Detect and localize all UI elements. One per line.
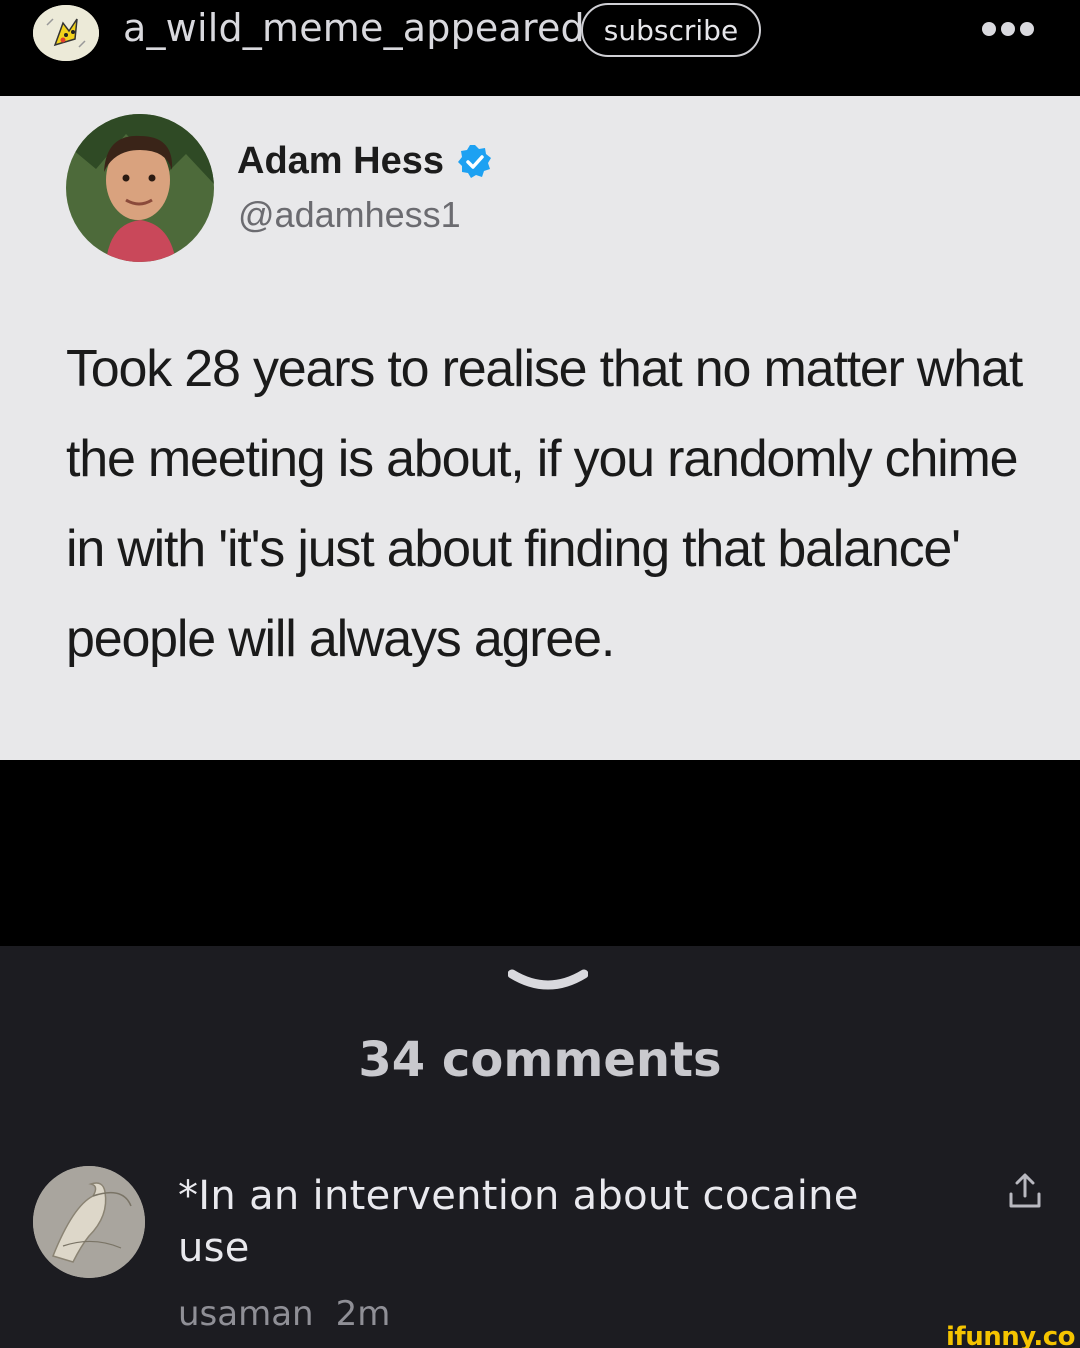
chevron-down-icon[interactable] [508, 966, 588, 1000]
channel-name[interactable]: a_wild_meme_appeared [123, 6, 585, 50]
tweet-author-handle: @adamhess1 [238, 194, 461, 235]
pikachu-icon [33, 5, 99, 61]
comment-meta: usaman 2m [178, 1294, 390, 1334]
share-icon[interactable] [1005, 1172, 1045, 1212]
author-name-text: Adam Hess [237, 140, 444, 182]
verified-badge-icon [457, 144, 491, 178]
tweet-body-text: Took 28 years to realise that no matter … [66, 340, 1023, 668]
tweet-author-avatar [66, 114, 214, 262]
tweet-author-name: Adam Hess [237, 140, 494, 183]
comments-count: 34 comments [358, 1032, 722, 1088]
more-dots-icon[interactable] [980, 14, 1036, 44]
commenter-photo [33, 1166, 145, 1278]
comment-text: *In an intervention about cocaine use [178, 1173, 859, 1271]
post-image: Adam Hess @adamhess1 Took 28 years to re… [0, 96, 1080, 760]
post-header: a_wild_meme_appeared subscribe [0, 0, 1080, 96]
commenter-avatar[interactable] [33, 1166, 145, 1278]
author-photo [66, 114, 214, 262]
image-padding [0, 760, 1080, 946]
subscribe-button[interactable]: subscribe [581, 3, 761, 57]
channel-avatar[interactable] [33, 5, 99, 61]
ifunny-watermark: ifunny.co [946, 1322, 1075, 1348]
comment-timestamp: 2m [335, 1294, 391, 1334]
comment-username[interactable]: usaman [178, 1294, 314, 1334]
comments-panel: 34 comments *In an intervention about co… [0, 946, 1080, 1348]
